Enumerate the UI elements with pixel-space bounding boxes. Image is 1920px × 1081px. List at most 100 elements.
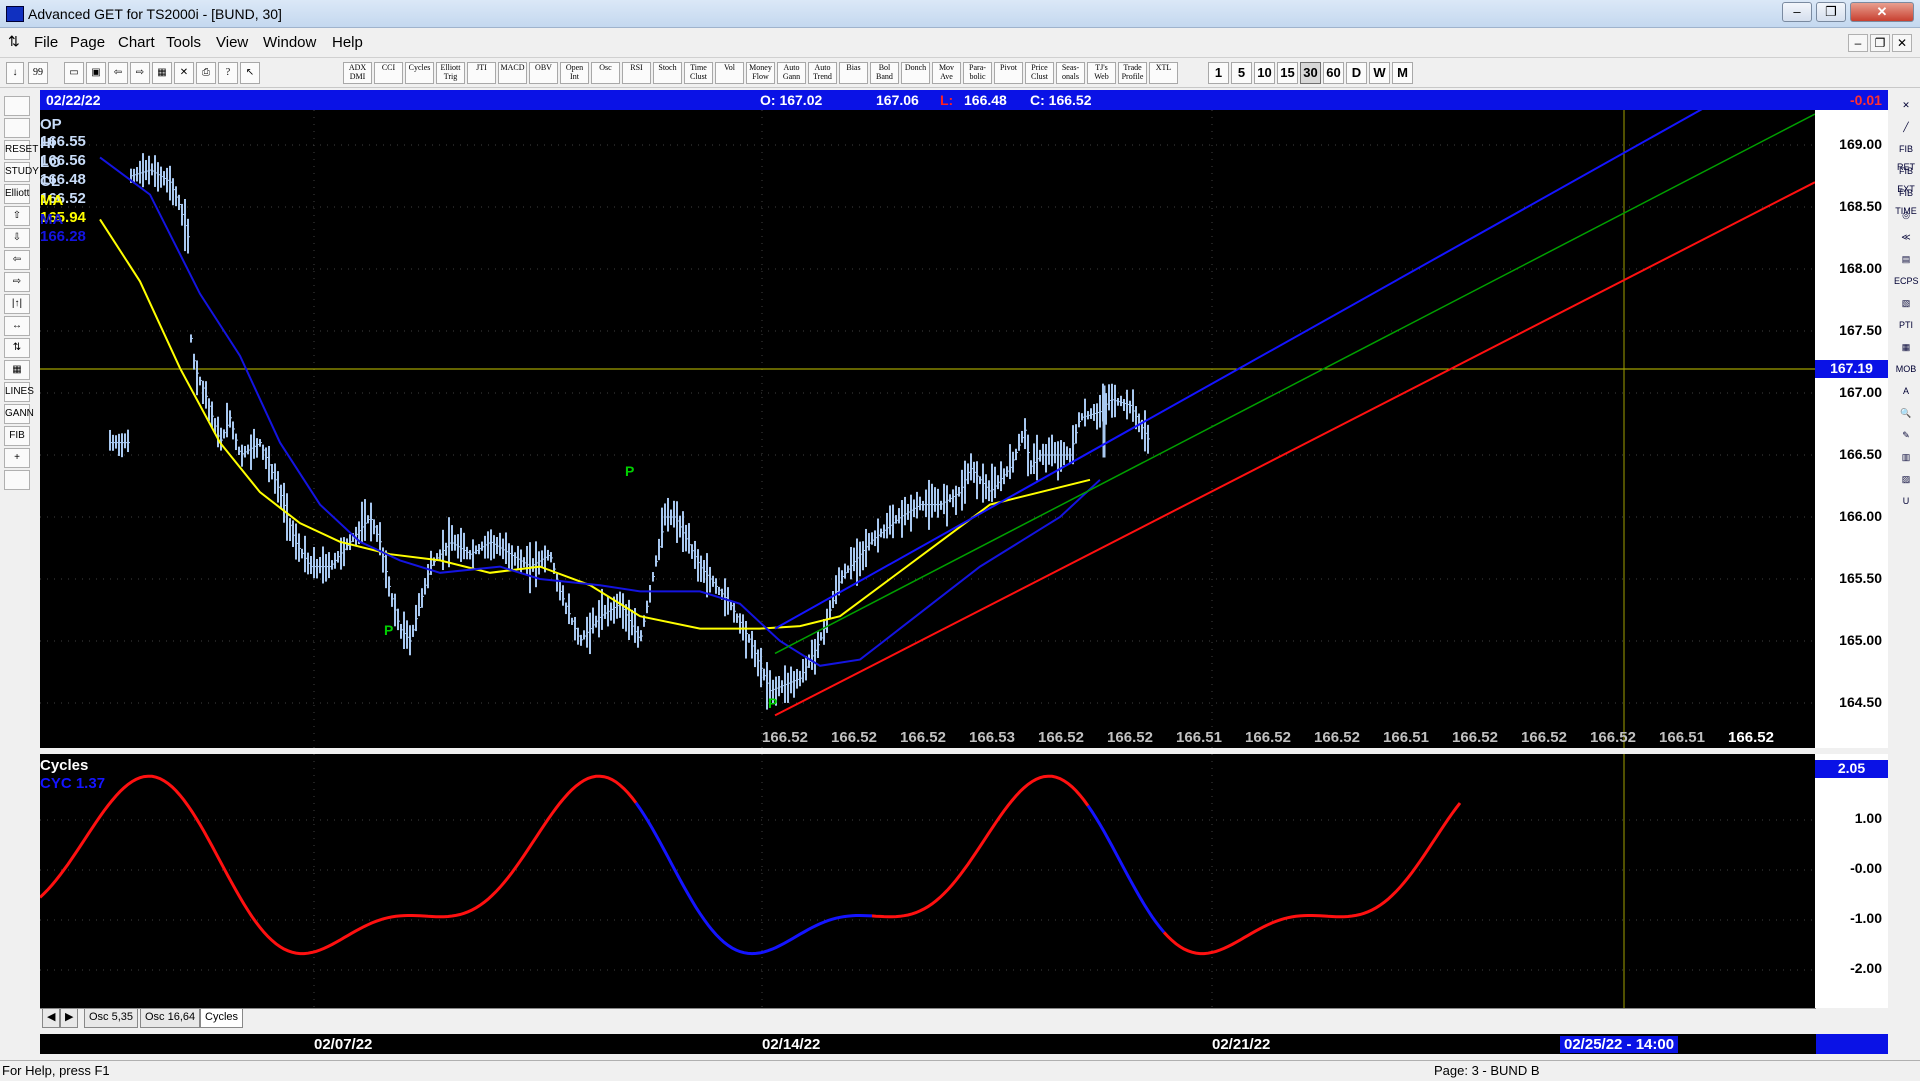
study-macd-button[interactable]: MACD — [498, 62, 527, 84]
elliott-icon[interactable]: Elliott — [4, 184, 30, 204]
grid-tool-icon[interactable]: ▦ — [1894, 338, 1918, 358]
pointer-help-icon[interactable]: ↖ — [240, 62, 260, 84]
close-button[interactable]: ✕ — [1850, 2, 1914, 22]
box-tool-icon[interactable]: ▤ — [1894, 250, 1918, 270]
study-mov-ave-button[interactable]: Mov Ave — [932, 62, 961, 84]
timeframe-60-button[interactable]: 60 — [1323, 62, 1344, 84]
arrow-down-icon[interactable]: ⇩ — [4, 228, 30, 248]
mdi-minimize-button[interactable]: – — [1848, 34, 1868, 52]
magnet-icon[interactable]: U — [1894, 492, 1918, 512]
text-tool-icon[interactable]: A — [1894, 382, 1918, 402]
timeframe-30-button[interactable]: 30 — [1300, 62, 1321, 84]
arrow-up-icon[interactable]: ⇧ — [4, 206, 30, 226]
menu-view[interactable]: View — [216, 34, 248, 51]
fib-icon[interactable]: FIB — [4, 426, 30, 446]
pen-icon[interactable]: ✎ — [1894, 426, 1918, 446]
forward-icon[interactable]: ⇨ — [130, 62, 150, 84]
lines-icon[interactable]: LINES — [4, 382, 34, 402]
study-cycles-button[interactable]: Cycles — [405, 62, 434, 84]
mdi-restore-button[interactable]: ❐ — [1870, 34, 1890, 52]
toolbar-arrow-icon[interactable]: ↓ — [6, 62, 24, 84]
study-stoch-button[interactable]: Stoch — [653, 62, 682, 84]
ecps-icon[interactable]: ECPS — [1894, 272, 1919, 292]
zoom-icon[interactable] — [4, 118, 30, 138]
tab-osc-16-64[interactable]: Osc 16,64 — [140, 1009, 201, 1028]
study-vol-button[interactable]: Vol — [715, 62, 744, 84]
study-trade-profile-button[interactable]: Trade Profile — [1118, 62, 1147, 84]
study-auto-trend-button[interactable]: Auto Trend — [808, 62, 837, 84]
channel-tool-icon[interactable]: ▧ — [1894, 294, 1918, 314]
tab-prev-button[interactable]: ◀ — [42, 1009, 61, 1028]
timeframe-w-button[interactable]: W — [1369, 62, 1390, 84]
help-icon[interactable]: ? — [218, 62, 238, 84]
grid-icon[interactable]: ▦ — [152, 62, 172, 84]
tab-next-button[interactable]: ▶ — [60, 1009, 79, 1028]
gann-icon[interactable]: GANN — [4, 404, 34, 424]
study-pivot-button[interactable]: Pivot — [994, 62, 1023, 84]
timeframe-15-button[interactable]: 15 — [1277, 62, 1298, 84]
arrow-left-icon[interactable]: ⇦ — [4, 250, 30, 270]
open-icon[interactable] — [4, 96, 30, 116]
study-money-flow-button[interactable]: Money Flow — [746, 62, 775, 84]
timeframe-1-button[interactable]: 1 — [1208, 62, 1229, 84]
save-icon[interactable]: ▣ — [86, 62, 106, 84]
fib-ext-icon[interactable]: FIB EXT — [1894, 162, 1918, 194]
reset-icon[interactable]: RESET — [4, 140, 38, 160]
menu-page[interactable]: Page — [70, 34, 105, 51]
timeframe-10-button[interactable]: 10 — [1254, 62, 1275, 84]
mob-icon[interactable]: MOB — [1894, 360, 1918, 380]
grid-icon[interactable]: ▦ — [4, 360, 30, 380]
study-bias-button[interactable]: Bias — [839, 62, 868, 84]
study-icon[interactable]: STUDY — [4, 162, 39, 182]
print-icon[interactable] — [4, 470, 30, 490]
study-xtl-button[interactable]: XTL — [1149, 62, 1178, 84]
study-seas-onals-button[interactable]: Seas-onals — [1056, 62, 1085, 84]
toolbar-quote-icon[interactable]: 99 — [28, 62, 48, 84]
expand-icon[interactable]: ↔ — [4, 316, 30, 336]
menu-chart[interactable]: Chart — [118, 34, 155, 51]
tab-cycles[interactable]: Cycles — [200, 1009, 244, 1028]
fib-ret-icon[interactable]: FIB RET — [1894, 140, 1918, 172]
arrow-right-icon[interactable]: ⇨ — [4, 272, 30, 292]
timeframe-5-button[interactable]: 5 — [1231, 62, 1252, 84]
cross-icon[interactable]: + — [4, 448, 30, 468]
study-donch-button[interactable]: Donch — [901, 62, 930, 84]
tab-osc-5-35[interactable]: Osc 5,35 — [84, 1009, 139, 1028]
menu-file[interactable]: File — [34, 34, 58, 51]
timeframe-d-button[interactable]: D — [1346, 62, 1367, 84]
study-price-clust-button[interactable]: Price Clust — [1025, 62, 1054, 84]
menu-help[interactable]: Help — [332, 34, 363, 51]
price-axis[interactable]: 169.00 168.50 168.00 167.50 167.00 166.50 166.… — [1815, 110, 1888, 748]
bars-icon[interactable]: |↑| — [4, 294, 30, 314]
study-time-clust-button[interactable]: Time Clust — [684, 62, 713, 84]
study-bol-band-button[interactable]: Bol Band — [870, 62, 899, 84]
line-tool-icon[interactable]: ╱ — [1894, 118, 1918, 138]
cycles-axis[interactable]: 2.05 1.00 -0.00 -1.00 -2.00 — [1815, 754, 1888, 1008]
study-adx-dmi-button[interactable]: ADX DMI — [343, 62, 372, 84]
back-icon[interactable]: ⇦ — [108, 62, 128, 84]
price-chart[interactable]: P P P 166.52 166.52 166.52 166.53 166.52 166.52 1… — [40, 110, 1815, 748]
study-para-bolic-button[interactable]: Para-bolic — [963, 62, 992, 84]
study-jti-button[interactable]: JTI — [467, 62, 496, 84]
study-open-int-button[interactable]: Open Int — [560, 62, 589, 84]
zoom-icon[interactable]: 🔍 — [1894, 404, 1918, 424]
new-doc-icon[interactable]: ▭ — [64, 62, 84, 84]
menu-window[interactable]: Window — [263, 34, 316, 51]
study-rsi-button[interactable]: RSI — [622, 62, 651, 84]
study-cci-button[interactable]: CCI — [374, 62, 403, 84]
restore-button[interactable]: ❐ — [1816, 2, 1846, 22]
fib-time-icon[interactable]: FIB TIME — [1894, 184, 1918, 216]
cross-icon[interactable]: ✕ — [174, 62, 194, 84]
cycles-chart[interactable]: Cycles CYC 1.37 — [40, 754, 1815, 1008]
menu-tools[interactable]: Tools — [166, 34, 201, 51]
study-obv-button[interactable]: OBV — [529, 62, 558, 84]
bars-tool-icon[interactable]: ▥ — [1894, 448, 1918, 468]
close-tool-icon[interactable]: ✕ — [1894, 96, 1918, 116]
study-elliott-trig-button[interactable]: Elliott Trig — [436, 62, 465, 84]
study-auto-gann-button[interactable]: Auto Gann — [777, 62, 806, 84]
timeframe-m-button[interactable]: M — [1392, 62, 1413, 84]
study-tj-s-web-button[interactable]: TJ's Web — [1087, 62, 1116, 84]
fan-tool-icon[interactable]: ≪ — [1894, 228, 1918, 248]
scale-icon[interactable]: ⇅ — [4, 338, 30, 358]
pattern-tool-icon[interactable]: ▨ — [1894, 470, 1918, 490]
